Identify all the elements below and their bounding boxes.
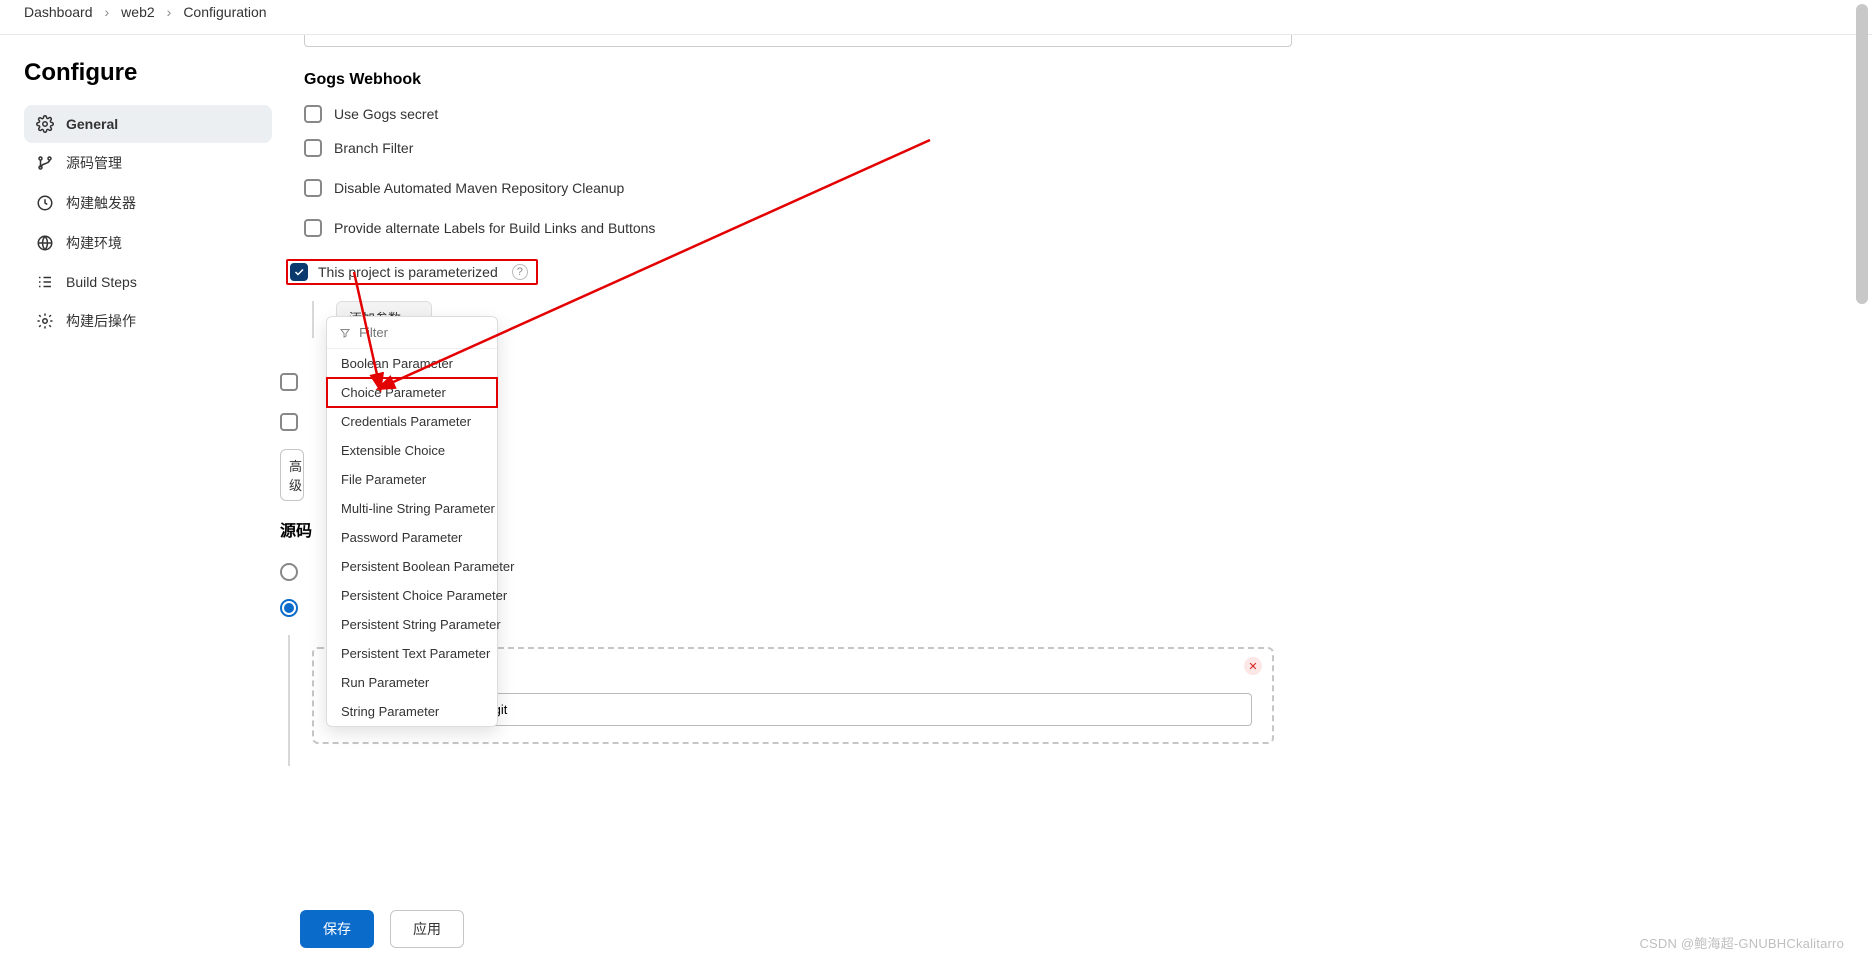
dropdown-item-choice-parameter[interactable]: Choice Parameter [327,378,497,407]
checkbox-label: Provide alternate Labels for Build Links… [334,220,655,236]
dropdown-item-string-parameter[interactable]: String Parameter [327,697,497,726]
gear-icon [36,115,54,133]
sidebar-item-source[interactable]: 源码管理 [24,143,272,183]
section-title-webhook: Gogs Webhook [304,71,1848,89]
checkbox-icon[interactable] [290,263,308,281]
dropdown-item-boolean-parameter[interactable]: Boolean Parameter [327,349,497,378]
advanced-button[interactable]: 高级 [280,449,304,501]
apply-button[interactable]: 应用 [390,910,464,948]
help-icon[interactable]: ? [512,264,528,280]
sidebar-item-label: 构建后操作 [66,311,136,331]
main-content: Gogs Webhook Use Gogs secret Branch Filt… [280,35,1872,966]
dropdown-item-persistent-choice-parameter[interactable]: Persistent Choice Parameter [327,581,497,610]
checkbox-icon[interactable] [280,413,298,431]
checkbox-label: Disable Automated Maven Repository Clean… [334,180,624,196]
sidebar: Configure General 源码管理 构建触发器 构建环境 Build … [0,35,280,966]
dropdown-item-persistent-text-parameter[interactable]: Persistent Text Parameter [327,639,497,668]
checkbox-label: Use Gogs secret [334,106,438,122]
sidebar-item-env[interactable]: 构建环境 [24,223,272,263]
close-icon[interactable]: ✕ [1244,657,1262,675]
sidebar-item-label: 源码管理 [66,153,122,173]
dropdown-item-password-parameter[interactable]: Password Parameter [327,523,497,552]
checkbox-icon[interactable] [280,373,298,391]
checkbox-label: This project is parameterized [318,264,498,280]
clock-icon [36,194,54,212]
gear-icon [36,312,54,330]
radio-icon[interactable] [280,563,298,581]
dropdown-item-persistent-string-parameter[interactable]: Persistent String Parameter [327,610,497,639]
checkbox-label: Branch Filter [334,140,413,156]
collapsed-input-box [304,35,1292,47]
radio-icon[interactable] [280,599,298,617]
dropdown-item-credentials-parameter[interactable]: Credentials Parameter [327,407,497,436]
sidebar-item-label: 构建环境 [66,233,122,253]
section-title-source: 源码 [280,517,312,541]
chevron-right-icon: › [167,4,172,20]
breadcrumb-configuration[interactable]: Configuration [183,4,266,20]
breadcrumb-dashboard[interactable]: Dashboard [24,4,93,20]
sidebar-item-label: General [66,116,118,132]
highlight-parameterized: This project is parameterized ? [286,259,538,285]
dropdown-item-file-parameter[interactable]: File Parameter [327,465,497,494]
breadcrumb-web2[interactable]: web2 [121,4,154,20]
branch-icon [36,154,54,172]
parameter-type-dropdown: Boolean Parameter Choice Parameter Crede… [326,316,498,727]
checkbox-icon[interactable] [304,219,322,237]
watermark-text: CSDN @鲍海超-GNUBHCkalitarro [1639,933,1844,952]
dropdown-filter-input[interactable] [359,325,485,340]
dropdown-filter [327,317,497,349]
sidebar-item-post-build[interactable]: 构建后操作 [24,301,272,341]
checkbox-row-branch-filter[interactable]: Branch Filter [304,139,1848,157]
sidebar-item-label: 构建触发器 [66,193,136,213]
checkbox-icon[interactable] [304,179,322,197]
dropdown-item-run-parameter[interactable]: Run Parameter [327,668,497,697]
chevron-right-icon: › [105,4,110,20]
list-icon [36,273,54,291]
globe-icon [36,234,54,252]
checkbox-row-disable-cleanup[interactable]: Disable Automated Maven Repository Clean… [304,179,1848,197]
dropdown-item-extensible-choice[interactable]: Extensible Choice [327,436,497,465]
checkbox-row-alt-labels[interactable]: Provide alternate Labels for Build Links… [304,219,1848,237]
dropdown-item-persistent-boolean-parameter[interactable]: Persistent Boolean Parameter [327,552,497,581]
sidebar-item-label: Build Steps [66,274,137,290]
filter-icon [339,326,351,340]
page-title: Configure [24,59,272,87]
breadcrumb: Dashboard › web2 › Configuration [0,0,1872,35]
dropdown-item-multiline-string-parameter[interactable]: Multi-line String Parameter [327,494,497,523]
sidebar-item-triggers[interactable]: 构建触发器 [24,183,272,223]
checkbox-icon[interactable] [304,105,322,123]
checkbox-row-gogs-secret[interactable]: Use Gogs secret [304,105,1848,123]
sidebar-item-general[interactable]: General [24,105,272,143]
checkbox-icon[interactable] [304,139,322,157]
page-scrollbar[interactable] [1856,4,1868,304]
sidebar-item-build-steps[interactable]: Build Steps [24,263,272,301]
save-button[interactable]: 保存 [300,910,374,948]
